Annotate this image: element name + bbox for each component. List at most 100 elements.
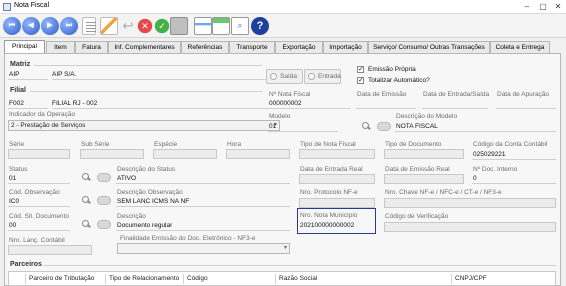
tab-principal[interactable]: Principal — [4, 40, 45, 54]
nota-municipio-value[interactable]: 202100000000002 — [300, 222, 354, 229]
search-icon[interactable] — [82, 173, 92, 181]
maximize-icon[interactable]: ▢ — [536, 1, 550, 12]
matriz-code[interactable]: AIP — [9, 71, 19, 78]
search-icon[interactable] — [82, 196, 92, 204]
radio-label: Entrada — [318, 73, 341, 80]
radio-entrada[interactable]: Entrada — [304, 69, 341, 84]
edit-icon[interactable] — [100, 17, 118, 35]
save-icon[interactable] — [170, 17, 188, 35]
especie-field[interactable] — [153, 149, 217, 159]
previous-record-icon[interactable]: ◀ — [22, 17, 40, 35]
parceiros-table[interactable]: Parceiro de Tributação Tipo de Relaciona… — [8, 271, 556, 286]
close-icon[interactable]: ✕ — [551, 1, 565, 12]
status-value[interactable]: 01 — [9, 175, 16, 182]
help-icon[interactable]: ? — [251, 17, 269, 35]
totalizar-label: Totalizar Automático? — [368, 77, 430, 84]
field-line — [116, 183, 290, 184]
new-document-icon[interactable] — [82, 17, 96, 35]
data-apuracao-label: Data de Apuração — [497, 91, 550, 98]
data-apuracao-field[interactable] — [496, 108, 556, 109]
tab-referencias[interactable]: Referências — [181, 41, 229, 53]
serie-field[interactable] — [8, 149, 70, 159]
tab-coleta-entrega[interactable]: Coleta e Entrega — [490, 41, 550, 53]
tab-transporte[interactable]: Transporte — [229, 41, 275, 53]
hora-label: Hora — [227, 141, 242, 148]
cod-obs-label: Cód. Observação — [9, 189, 60, 196]
chave-field[interactable] — [384, 198, 556, 208]
data-entrada-saida-field[interactable] — [422, 108, 488, 109]
radio-saida[interactable]: Saída — [266, 69, 303, 84]
confirm-icon[interactable]: ✓ — [153, 17, 171, 35]
tab-fatura[interactable]: Fatura — [75, 41, 108, 53]
totalizar-checkbox[interactable]: ✓ — [357, 77, 364, 84]
protocolo-field[interactable] — [299, 198, 375, 208]
tipo-documento-field[interactable] — [384, 149, 464, 159]
field-line — [8, 108, 48, 109]
emissao-propria-checkbox[interactable]: ✓ — [357, 66, 364, 73]
field-line — [472, 183, 556, 184]
indicador-label: Indicador da Operação — [9, 111, 76, 118]
next-record-icon[interactable]: ▶ — [41, 17, 59, 35]
filial-name[interactable]: FILIAL RJ - 002 — [52, 100, 97, 107]
finalidade-select[interactable]: ▾ — [117, 243, 290, 254]
search-icon[interactable] — [362, 122, 372, 130]
tab-exportacao[interactable]: Exportação — [275, 41, 323, 53]
toolbar: ⏮ ◀ ▶ ⏭ ↩ ✕ ✓ ⌕ ? — [0, 14, 566, 38]
cod-verificacao-label: Código de Verificação — [385, 213, 449, 220]
doc-interno-label: Nº Doc. Interno — [473, 166, 518, 173]
emissao-propria-label: Emissão Própria — [368, 66, 416, 73]
cod-verificacao-field[interactable] — [384, 222, 556, 232]
nro-nota-value[interactable]: 000000002 — [269, 100, 302, 107]
search-document-icon[interactable]: ⌕ — [231, 17, 249, 35]
spreadsheet-icon[interactable] — [212, 17, 230, 35]
tab-inf-complementares[interactable]: Inf. Complementares — [108, 41, 181, 53]
section-matriz: Matriz — [10, 61, 31, 68]
modelo-value[interactable]: 01 — [269, 123, 276, 130]
data-emissao-field[interactable] — [356, 108, 416, 109]
status-label: Status — [9, 166, 28, 173]
tab-item[interactable]: Item — [46, 41, 75, 53]
lanc-contabil-field[interactable] — [8, 245, 92, 255]
tab-importacao[interactable]: Importação — [323, 41, 368, 53]
undo-icon[interactable]: ↩ — [119, 17, 137, 35]
lanc-contabil-label: Nro. Lanç. Contábil — [9, 237, 65, 244]
tipo-documento-label: Tipo de Documento — [385, 141, 442, 148]
data-entrada-real-field[interactable] — [299, 174, 375, 184]
field-line — [8, 206, 70, 207]
column-header[interactable]: Código — [183, 274, 271, 284]
last-record-icon[interactable]: ⏭ — [60, 17, 78, 35]
data-emissao-label: Data de Emissão — [357, 91, 407, 98]
title-bar: Nota Fiscal – ▢ ✕ — [0, 0, 566, 14]
cod-sit-value[interactable]: 00 — [9, 222, 16, 229]
column-header[interactable]: CNPJ/CPF — [451, 274, 555, 284]
indicador-value: 2 - Prestação de Serviços — [11, 122, 86, 129]
report-icon[interactable] — [194, 17, 212, 35]
nota-municipio-label: Nro. Nota Município — [300, 212, 358, 219]
field-line — [8, 230, 70, 231]
especie-label: Espécie — [154, 141, 178, 148]
field-line — [116, 230, 290, 231]
delete-icon[interactable]: ✕ — [136, 17, 154, 35]
tab-servico-consumo[interactable]: Serviço/ Consumo/ Outras Transações — [368, 41, 490, 53]
cod-obs-value[interactable]: IC0 — [9, 198, 19, 205]
matriz-name[interactable]: AIP S/A. — [52, 71, 76, 78]
window-title: Nota Fiscal — [14, 2, 50, 9]
data-emissao-real-field[interactable] — [384, 174, 464, 184]
field-line — [472, 159, 556, 160]
chevron-down-icon: ▾ — [283, 245, 287, 251]
indicador-select[interactable]: 2 - Prestação de Serviços ▾ — [8, 120, 280, 131]
column-header[interactable]: Tipo de Relacionamento — [105, 274, 183, 284]
desc-modelo-value: NOTA FISCAL — [396, 123, 438, 130]
first-record-icon[interactable]: ⏮ — [3, 17, 21, 35]
minimize-icon[interactable]: – — [520, 1, 534, 12]
subserie-field[interactable] — [80, 149, 144, 159]
tipo-nota-field[interactable] — [299, 149, 375, 159]
filial-code[interactable]: F002 — [9, 100, 24, 107]
column-header[interactable]: Razão Social — [275, 274, 449, 284]
hora-field[interactable] — [226, 149, 290, 159]
subserie-label: Sub Série — [81, 141, 110, 148]
search-icon[interactable] — [82, 220, 92, 228]
column-header[interactable]: Parceiro de Tributação — [25, 274, 109, 284]
doc-interno-value[interactable]: 0 — [473, 175, 477, 182]
conta-contabil-value[interactable]: 025029221 — [473, 151, 506, 158]
